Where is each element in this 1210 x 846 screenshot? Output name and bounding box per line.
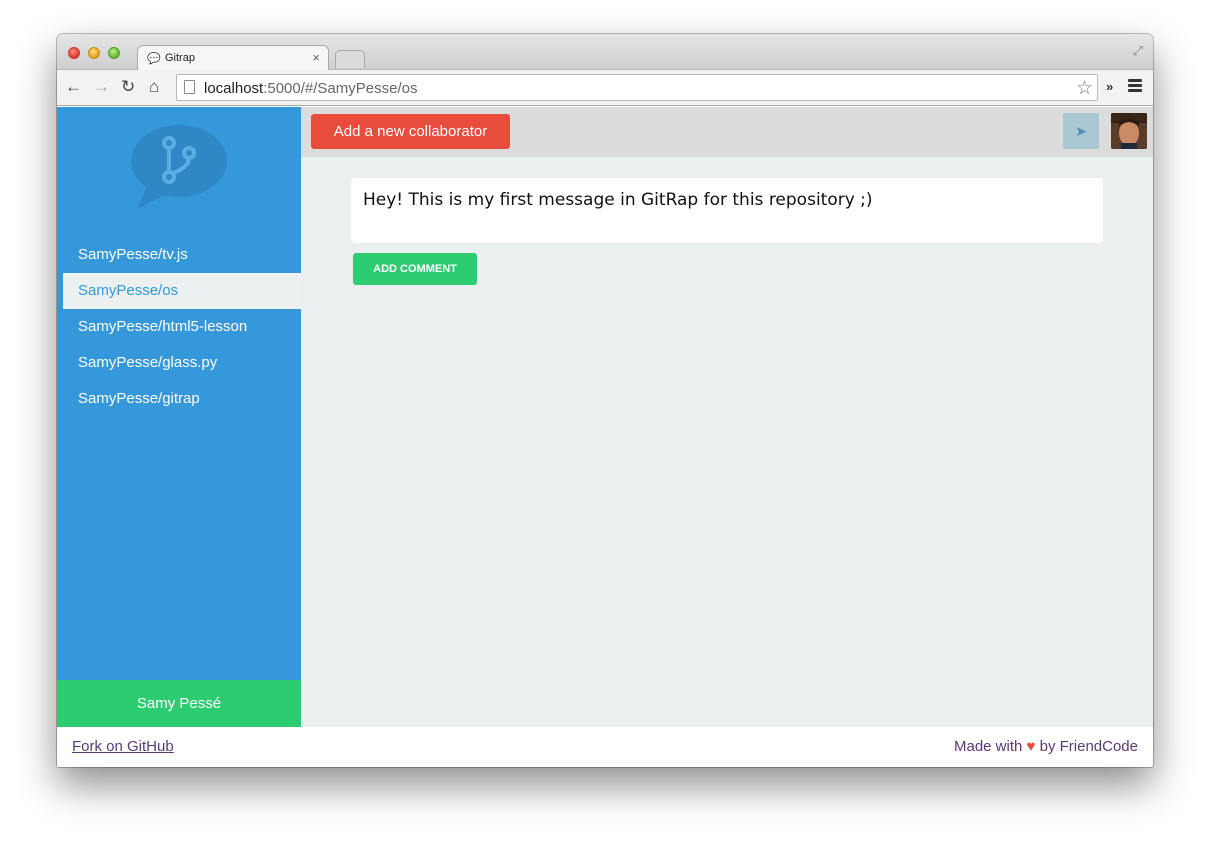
sidebar: SamyPesse/tv.js SamyPesse/os SamyPesse/h…	[57, 107, 301, 727]
fork-on-github-link[interactable]: Fork on GitHub	[72, 738, 174, 755]
speech-bubble-icon: 💬	[147, 53, 161, 65]
repo-item[interactable]: SamyPesse/tv.js	[63, 237, 301, 273]
reload-icon[interactable]: ↻	[121, 78, 135, 96]
top-bar: Add a new collaborator ➤	[301, 107, 1153, 157]
new-tab-button[interactable]	[335, 50, 365, 68]
url-text[interactable]: localhost:5000/#/SamyPesse/os	[204, 80, 417, 97]
tab-title: Gitrap	[165, 52, 195, 64]
tab-strip: 💬 Gitrap × ⤢	[57, 34, 1153, 71]
heart-icon: ♥	[1026, 738, 1036, 755]
extensions-chevron-icon[interactable]: »	[1106, 79, 1113, 94]
tab-close-icon[interactable]: ×	[312, 50, 320, 65]
page-content: SamyPesse/tv.js SamyPesse/os SamyPesse/h…	[57, 107, 1153, 767]
add-collaborator-button[interactable]: Add a new collaborator	[311, 114, 510, 149]
home-icon[interactable]: ⌂	[149, 78, 159, 96]
close-window-button[interactable]	[68, 47, 80, 59]
made-with-prefix: Made with	[953, 738, 1023, 755]
minimize-window-button[interactable]	[88, 47, 100, 59]
browser-window: 💬 Gitrap × ⤢ ← → ↻ ⌂ localhost:5000/#/Sa…	[57, 34, 1153, 767]
page-footer: Fork on GitHub Made with ♥ by FriendCode	[57, 727, 1153, 767]
repo-item[interactable]: SamyPesse/html5-lesson	[63, 309, 301, 345]
gitrap-logo-icon	[131, 125, 227, 209]
zoom-window-button[interactable]	[108, 47, 120, 59]
fullscreen-icon[interactable]: ⤢	[1133, 43, 1143, 59]
url-path: :5000/#/SamyPesse/os	[263, 80, 418, 97]
browser-tab[interactable]: 💬 Gitrap ×	[137, 45, 329, 71]
made-with-suffix: by FriendCode	[1039, 738, 1138, 755]
add-comment-button[interactable]: ADD COMMENT	[353, 253, 477, 285]
repo-item-active[interactable]: SamyPesse/os	[63, 273, 301, 309]
user-name[interactable]: Samy Pessé	[57, 680, 301, 727]
browser-toolbar: ← → ↻ ⌂ localhost:5000/#/SamyPesse/os ☆ …	[57, 70, 1153, 106]
avatar[interactable]	[1111, 113, 1147, 149]
url-host: localhost	[204, 80, 264, 97]
message-input[interactable]: Hey! This is my first message in GitRap …	[351, 178, 1103, 243]
page-icon	[184, 80, 195, 94]
repo-item[interactable]: SamyPesse/gitrap	[63, 381, 301, 417]
menu-icon[interactable]	[1128, 79, 1142, 93]
back-arrow-icon[interactable]: ←	[65, 78, 82, 96]
forward-arrow-icon[interactable]: →	[93, 78, 110, 96]
bookmark-star-icon[interactable]: ☆	[1076, 77, 1093, 100]
bird-icon[interactable]: ➤	[1063, 113, 1099, 149]
repo-list: SamyPesse/tv.js SamyPesse/os SamyPesse/h…	[63, 237, 301, 417]
repo-item[interactable]: SamyPesse/glass.py	[63, 345, 301, 381]
made-with-credit: Made with ♥ by FriendCode	[954, 738, 1138, 755]
address-bar[interactable]: localhost:5000/#/SamyPesse/os ☆	[176, 74, 1098, 101]
